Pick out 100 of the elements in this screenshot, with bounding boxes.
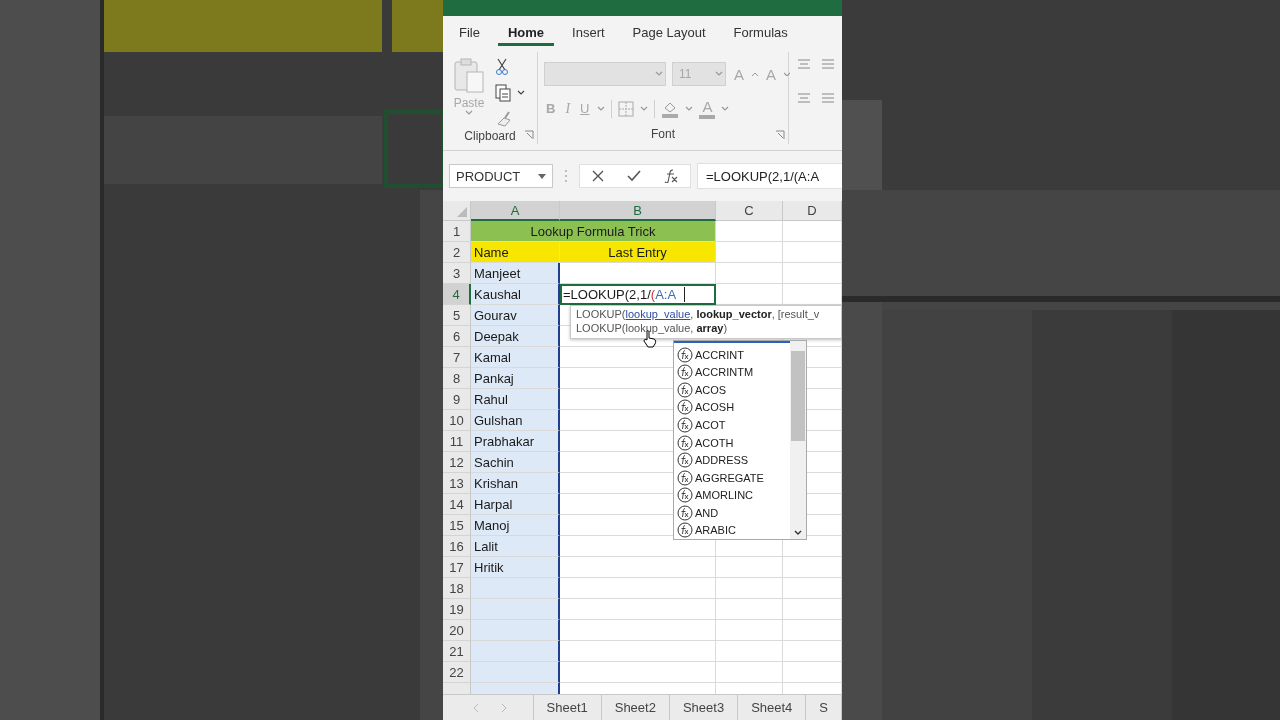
- function-icon: [677, 346, 693, 363]
- row-header[interactable]: 1: [443, 221, 471, 242]
- copy-icon: [495, 84, 511, 102]
- name-box[interactable]: PRODUCT: [449, 164, 553, 188]
- list-item[interactable]: AND: [674, 503, 790, 522]
- align-icon: [821, 58, 835, 70]
- table-cell: Gourav: [471, 305, 560, 326]
- clipboard-icon: [453, 56, 485, 94]
- sheet-tab[interactable]: Sheet1: [533, 695, 602, 720]
- table-cell: Name: [471, 242, 560, 263]
- table-cell: Lookup Formula Trick: [471, 221, 716, 242]
- row-header[interactable]: 4: [443, 284, 471, 305]
- caret-icon: [752, 72, 758, 76]
- ribbon-tab[interactable]: Insert: [562, 18, 615, 46]
- ribbon-tab[interactable]: File: [449, 18, 490, 46]
- list-item[interactable]: ACOTH: [674, 433, 790, 452]
- function-icon: [677, 452, 693, 469]
- caret-icon: [721, 105, 730, 112]
- row-header[interactable]: 2: [443, 242, 471, 263]
- borders-icon: [618, 100, 635, 117]
- function-icon: [677, 504, 693, 521]
- row-header[interactable]: 19: [443, 599, 471, 620]
- table-cell: Prabhakar: [471, 431, 560, 452]
- list-item[interactable]: ACOSH: [674, 398, 790, 417]
- active-cell[interactable]: =LOOKUP(2,1/(A:A: [560, 284, 716, 305]
- next-icon[interactable]: [501, 702, 507, 713]
- row-header[interactable]: 17: [443, 557, 471, 578]
- list-item[interactable]: ACCRINTM: [674, 363, 790, 382]
- sheet-tab[interactable]: Sheet2: [601, 695, 670, 720]
- row-header[interactable]: 7: [443, 347, 471, 368]
- list-item[interactable]: AMORLINC: [674, 486, 790, 504]
- row-header[interactable]: 11: [443, 431, 471, 452]
- function-icon: [677, 381, 693, 398]
- list-item[interactable]: ADDRESS: [674, 451, 790, 469]
- row-header[interactable]: 20: [443, 620, 471, 641]
- table-cell: Lalit: [471, 536, 560, 557]
- ribbon-tab[interactable]: Home: [497, 18, 555, 46]
- row-header[interactable]: 15: [443, 515, 471, 536]
- sheet-tab[interactable]: Sheet3: [669, 695, 739, 720]
- table-cell: Kamal: [471, 347, 560, 368]
- list-item[interactable]: AGGREGATE: [674, 468, 790, 487]
- caret-icon: [597, 105, 606, 112]
- row-header[interactable]: 8: [443, 368, 471, 389]
- scrollbar[interactable]: [790, 341, 806, 539]
- ribbon-tab[interactable]: Formulas: [723, 18, 798, 46]
- list-item[interactable]: ACCRINT: [674, 346, 790, 364]
- row-header[interactable]: 21: [443, 641, 471, 662]
- function-icon: [677, 469, 693, 486]
- align-icon: [797, 92, 811, 104]
- table-cell: [716, 557, 783, 578]
- row-header[interactable]: 6: [443, 326, 471, 347]
- list-item[interactable]: ARABIC: [674, 521, 790, 539]
- close-icon[interactable]: [591, 170, 604, 182]
- caret-icon: [655, 71, 663, 77]
- ribbon-tab[interactable]: Page Layout: [622, 18, 716, 46]
- sheet-tab[interactable]: Sheet4: [738, 695, 807, 720]
- table-cell: Hritik: [471, 557, 560, 578]
- brush-icon: [495, 110, 513, 128]
- row-header[interactable]: 16: [443, 536, 471, 557]
- row-header[interactable]: [443, 683, 471, 694]
- table-cell: [716, 242, 783, 263]
- caret-icon: [784, 72, 791, 76]
- row-header[interactable]: 9: [443, 389, 471, 410]
- launcher-icon: [775, 130, 785, 140]
- row-header[interactable]: 3: [443, 263, 471, 284]
- table-cell: Manoj: [471, 515, 560, 536]
- check-icon[interactable]: [627, 170, 641, 182]
- row-header[interactable]: 12: [443, 452, 471, 473]
- row-header[interactable]: 13: [443, 473, 471, 494]
- function-signature: LOOKUP(lookup_value, lookup_vector, [result_v: [576, 308, 820, 320]
- launcher-icon: [524, 130, 534, 140]
- row-header[interactable]: 18: [443, 578, 471, 599]
- table-cell: Gulshan: [471, 410, 560, 431]
- caret-icon: [538, 173, 546, 179]
- table-cell: Sachin: [471, 452, 560, 473]
- row-header[interactable]: 22: [443, 662, 471, 683]
- row-header[interactable]: 10: [443, 410, 471, 431]
- column-header[interactable]: C: [716, 201, 783, 221]
- function-icon[interactable]: [664, 169, 679, 183]
- formula-field[interactable]: =LOOKUP(2,1/(A:A: [697, 163, 842, 189]
- triangle-icon: [457, 207, 467, 217]
- list-item[interactable]: ACOS: [674, 381, 790, 399]
- column-header[interactable]: B: [560, 201, 716, 221]
- table-cell: Manjeet: [471, 263, 560, 284]
- row-header[interactable]: 5: [443, 305, 471, 326]
- column-header[interactable]: A: [471, 201, 560, 221]
- previous-icon[interactable]: [473, 702, 479, 713]
- function-icon: [677, 522, 693, 539]
- table-cell: [716, 599, 783, 620]
- function-icon: [677, 487, 693, 504]
- table-cell: [716, 662, 783, 683]
- function-icon: [677, 434, 693, 451]
- list-item[interactable]: ACOT: [674, 416, 790, 434]
- group-label: Clipboard: [464, 129, 516, 143]
- function-icon: [677, 399, 693, 416]
- row-header[interactable]: 14: [443, 494, 471, 515]
- column-header[interactable]: D: [783, 201, 842, 221]
- table-cell: [716, 620, 783, 641]
- select-all-button[interactable]: [443, 201, 471, 221]
- function-icon: [677, 416, 693, 433]
